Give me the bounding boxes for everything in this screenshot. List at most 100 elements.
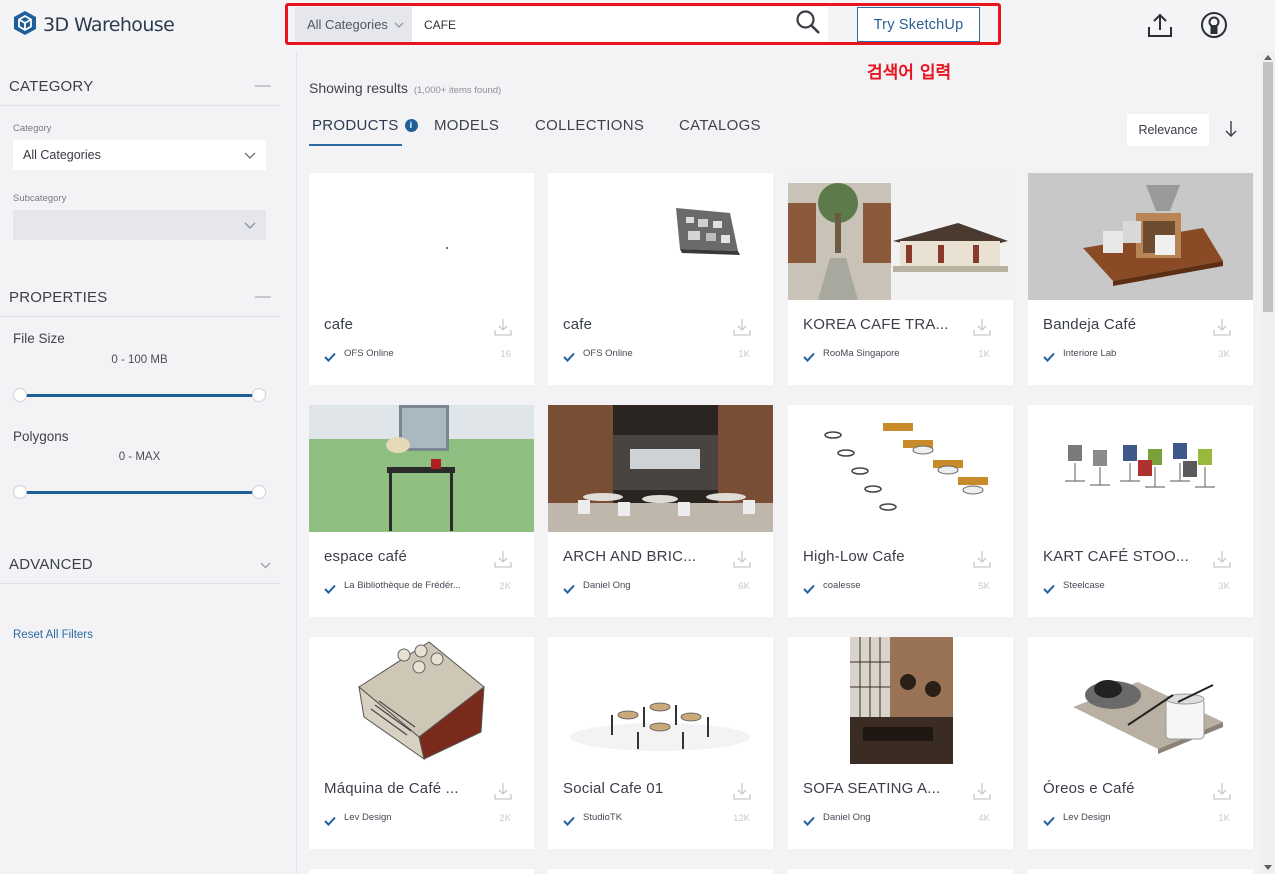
model-card[interactable]: Máquina de Café ... Lev Design 2K bbox=[309, 637, 534, 849]
model-title[interactable]: ARCH AND BRIC... bbox=[563, 548, 723, 565]
model-card[interactable]: Bandeja Café Interiore Lab 3K bbox=[1028, 173, 1253, 385]
model-card[interactable]: SOFA SEATING A... Daniel Ong 4K bbox=[788, 637, 1013, 849]
try-sketchup-button[interactable]: Try SketchUp bbox=[857, 7, 980, 42]
download-icon[interactable] bbox=[733, 550, 751, 568]
author-link[interactable]: Interiore Lab bbox=[1063, 348, 1198, 359]
model-card[interactable]: espace café La Bibliothèque de Frédér...… bbox=[309, 405, 534, 617]
model-thumbnail[interactable] bbox=[788, 173, 1013, 300]
model-title[interactable]: SOFA SEATING A... bbox=[803, 780, 963, 797]
polygons-slider[interactable] bbox=[13, 485, 266, 499]
model-thumbnail[interactable] bbox=[1028, 173, 1253, 300]
model-card[interactable]: ARCH AND BRIC... Daniel Ong 6K bbox=[548, 405, 773, 617]
search-button[interactable] bbox=[788, 7, 828, 42]
divider bbox=[0, 105, 280, 106]
model-title[interactable]: KOREA CAFE TRA... bbox=[803, 316, 963, 333]
scrollbar-thumb[interactable] bbox=[1263, 62, 1273, 312]
model-card[interactable]: Óreos e Café Lev Design 1K bbox=[1028, 637, 1253, 849]
model-title[interactable]: espace café bbox=[324, 548, 484, 565]
model-card[interactable]: High-Low Cafe coalesse 5K bbox=[788, 405, 1013, 617]
author-link[interactable]: OFS Online bbox=[583, 348, 718, 359]
download-icon[interactable] bbox=[733, 782, 751, 800]
verified-check-icon bbox=[324, 349, 336, 362]
model-title[interactable]: cafe bbox=[324, 316, 484, 333]
slider-max-handle[interactable] bbox=[252, 388, 266, 402]
download-icon[interactable] bbox=[1213, 550, 1231, 568]
author-link[interactable]: Daniel Ong bbox=[823, 812, 958, 823]
author-link[interactable]: coalesse bbox=[823, 580, 958, 591]
download-icon[interactable] bbox=[973, 782, 991, 800]
author-link[interactable]: StudioTK bbox=[583, 812, 718, 823]
model-thumbnail[interactable] bbox=[309, 405, 534, 532]
model-thumbnail[interactable] bbox=[788, 637, 1013, 764]
model-card-partial[interactable] bbox=[788, 869, 1013, 874]
model-card[interactable]: cafe OFS Online 1K bbox=[548, 173, 773, 385]
model-card-partial[interactable] bbox=[309, 869, 534, 874]
model-thumbnail[interactable] bbox=[548, 637, 773, 764]
author-link[interactable]: La Bibliothèque de Frédér... bbox=[344, 580, 479, 591]
slider-min-handle[interactable] bbox=[13, 485, 27, 499]
tab-catalogs[interactable]: CATALOGS bbox=[679, 117, 761, 134]
model-title[interactable]: High-Low Cafe bbox=[803, 548, 963, 565]
logo[interactable]: 3D Warehouse bbox=[12, 10, 175, 39]
author-link[interactable]: OFS Online bbox=[344, 348, 479, 359]
sort-direction-icon[interactable] bbox=[1222, 118, 1240, 140]
search-category-select[interactable]: All Categories bbox=[295, 7, 412, 42]
model-thumbnail[interactable] bbox=[548, 405, 773, 532]
author-link[interactable]: Lev Design bbox=[1063, 812, 1198, 823]
model-thumbnail[interactable] bbox=[1028, 405, 1253, 532]
download-icon[interactable] bbox=[494, 782, 512, 800]
slider-max-handle[interactable] bbox=[252, 485, 266, 499]
user-account-icon[interactable] bbox=[1200, 11, 1228, 39]
model-card[interactable]: Social Cafe 01 StudioTK 12K bbox=[548, 637, 773, 849]
model-title[interactable]: KART CAFÉ STOO... bbox=[1043, 548, 1203, 565]
download-icon[interactable] bbox=[1213, 782, 1231, 800]
download-icon[interactable] bbox=[1213, 318, 1231, 336]
reset-filters-link[interactable]: Reset All Filters bbox=[13, 629, 93, 641]
model-card-partial[interactable] bbox=[548, 869, 773, 874]
subcategory-select[interactable] bbox=[13, 210, 266, 240]
download-icon[interactable] bbox=[973, 550, 991, 568]
advanced-section-header[interactable]: ADVANCED bbox=[9, 554, 271, 574]
download-icon[interactable] bbox=[494, 550, 512, 568]
author-link[interactable]: RooMa Singapore bbox=[823, 348, 958, 359]
model-card-partial[interactable] bbox=[1028, 869, 1253, 874]
author-link[interactable]: Steelcase bbox=[1063, 580, 1198, 591]
slider-track bbox=[20, 491, 259, 494]
file-size-slider[interactable] bbox=[13, 388, 266, 402]
model-thumbnail[interactable] bbox=[309, 173, 534, 300]
subcategory-label: Subcategory bbox=[13, 193, 67, 204]
model-title[interactable]: Máquina de Café ... bbox=[324, 780, 484, 797]
verified-check-icon bbox=[1043, 349, 1055, 362]
tab-models[interactable]: MODELS bbox=[434, 117, 499, 134]
model-card[interactable]: cafe OFS Online 16 bbox=[309, 173, 534, 385]
page-scrollbar[interactable] bbox=[1261, 52, 1275, 874]
download-count: 12K bbox=[733, 813, 750, 824]
sort-select[interactable]: Relevance bbox=[1127, 114, 1209, 146]
model-thumbnail[interactable] bbox=[548, 173, 773, 300]
download-icon[interactable] bbox=[494, 318, 512, 336]
model-card[interactable]: KOREA CAFE TRA... RooMa Singapore 1K bbox=[788, 173, 1013, 385]
download-icon[interactable] bbox=[733, 318, 751, 336]
model-title[interactable]: Óreos e Café bbox=[1043, 780, 1203, 797]
category-select[interactable]: All Categories bbox=[13, 140, 266, 170]
model-thumbnail[interactable] bbox=[788, 405, 1013, 532]
model-thumbnail[interactable] bbox=[309, 637, 534, 764]
model-title[interactable]: Bandeja Café bbox=[1043, 316, 1203, 333]
model-thumbnail[interactable] bbox=[1028, 637, 1253, 764]
model-title[interactable]: cafe bbox=[563, 316, 723, 333]
search-input[interactable] bbox=[412, 7, 788, 42]
info-icon[interactable]: i bbox=[404, 119, 418, 132]
author-link[interactable]: Daniel Ong bbox=[583, 580, 718, 591]
model-card[interactable]: KART CAFÉ STOO... Steelcase 3K bbox=[1028, 405, 1253, 617]
scroll-down-arrow-icon[interactable] bbox=[1264, 865, 1272, 870]
category-section-header[interactable]: CATEGORY — bbox=[9, 76, 271, 96]
slider-min-handle[interactable] bbox=[13, 388, 27, 402]
tab-products[interactable]: PRODUCTS i bbox=[312, 117, 418, 134]
model-title[interactable]: Social Cafe 01 bbox=[563, 780, 723, 797]
upload-icon[interactable] bbox=[1147, 12, 1173, 38]
properties-section-header[interactable]: PROPERTIES — bbox=[9, 287, 271, 307]
download-icon[interactable] bbox=[973, 318, 991, 336]
tab-collections[interactable]: COLLECTIONS bbox=[535, 117, 644, 134]
scroll-up-arrow-icon[interactable] bbox=[1264, 55, 1272, 60]
author-link[interactable]: Lev Design bbox=[344, 812, 479, 823]
